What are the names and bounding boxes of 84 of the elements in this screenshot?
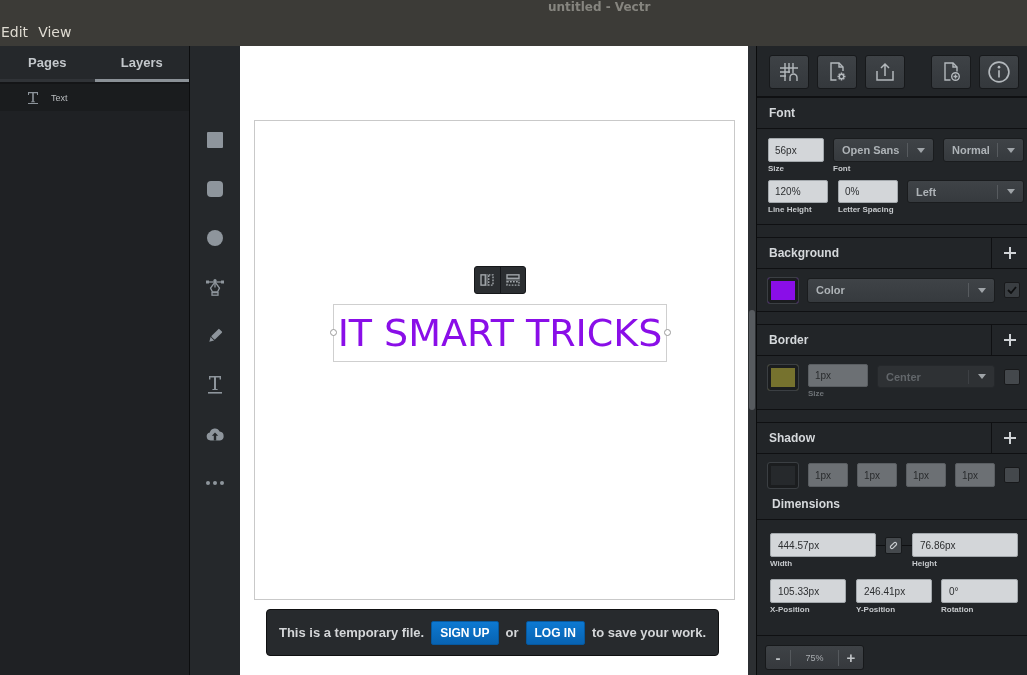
file-plus-button[interactable] xyxy=(931,55,971,89)
flip-vertical-icon xyxy=(505,274,520,286)
circle-icon xyxy=(207,230,223,246)
rounded-square-icon xyxy=(207,181,223,197)
checkbox[interactable] xyxy=(1004,369,1020,386)
info-icon xyxy=(988,61,1010,83)
section-title: Shadow xyxy=(769,431,815,446)
link-button[interactable] xyxy=(885,536,902,554)
plus-icon xyxy=(1003,432,1016,445)
section-title: Font xyxy=(769,106,795,121)
cloud-upload-icon xyxy=(206,427,224,441)
input-field[interactable]: 105.33px xyxy=(770,579,846,604)
field-label: Rotation xyxy=(941,604,974,617)
file-plus-icon xyxy=(941,62,961,82)
pencil-icon xyxy=(207,328,223,344)
input-field[interactable]: 444.57px xyxy=(770,533,876,558)
field-label: Size xyxy=(768,163,784,176)
section-title: Dimensions xyxy=(772,497,840,512)
upload-icon xyxy=(875,62,895,82)
input-field[interactable]: 0% xyxy=(838,180,898,204)
zoom-out-button[interactable]: - xyxy=(766,646,790,670)
file-gear-button[interactable] xyxy=(817,55,857,89)
panel-tab[interactable]: Layers xyxy=(94,46,189,82)
color-swatch[interactable] xyxy=(767,276,799,304)
text-icon xyxy=(207,376,223,394)
more-icon xyxy=(206,481,224,485)
sign-up-button[interactable]: SIGN UP xyxy=(431,620,499,645)
color-swatch[interactable] xyxy=(767,364,799,392)
caret-icon xyxy=(916,147,925,153)
grid-button[interactable] xyxy=(769,55,809,89)
zoom-level: 75% xyxy=(790,649,839,666)
field-label: Size xyxy=(808,388,824,401)
caret-icon xyxy=(977,287,986,293)
info-button[interactable] xyxy=(979,55,1019,89)
text-object: IT SMART TRICKS xyxy=(333,304,667,362)
field-label: Letter Spacing xyxy=(838,204,894,217)
file-gear-icon xyxy=(827,62,847,82)
caret-icon xyxy=(977,374,986,380)
input-field[interactable]: 120% xyxy=(768,180,828,204)
section-title: Background xyxy=(769,246,839,261)
checkbox[interactable] xyxy=(1004,467,1020,484)
input-field[interactable]: 76.86px xyxy=(912,533,1018,558)
log-in-button[interactable]: LOG IN xyxy=(525,620,585,645)
zoom-in-button[interactable]: + xyxy=(839,646,863,670)
checkbox[interactable] xyxy=(1004,282,1020,299)
flip-horizontal-icon xyxy=(480,274,495,286)
text-icon xyxy=(28,91,38,104)
panel-tab[interactable]: Pages xyxy=(0,46,95,82)
menu-item[interactable]: View xyxy=(38,22,72,42)
input-field[interactable]: 0° xyxy=(941,579,1018,604)
caret-icon xyxy=(1006,147,1015,153)
plus-icon xyxy=(1003,334,1016,347)
link-icon xyxy=(889,540,898,550)
pen-icon xyxy=(206,278,224,296)
menu-item[interactable]: Edit xyxy=(1,22,29,42)
grid-icon xyxy=(779,62,799,82)
check-icon xyxy=(1007,286,1017,295)
section-title: Border xyxy=(769,333,809,348)
plus-icon xyxy=(1003,247,1016,260)
field-label: Font xyxy=(833,163,851,176)
field-label: Y-Position xyxy=(856,604,896,617)
notice-text: or xyxy=(505,625,519,640)
resize-handle[interactable] xyxy=(664,329,671,336)
field-label: Width xyxy=(770,558,793,571)
field-label: Height xyxy=(912,558,937,571)
notice-text: This is a temporary file. xyxy=(278,625,425,640)
dropdown[interactable]: Color xyxy=(807,277,995,303)
field-label: X-Position xyxy=(770,604,810,617)
layer-name: Text xyxy=(51,92,68,103)
color-swatch[interactable] xyxy=(767,462,799,490)
scrollbar-thumb[interactable] xyxy=(749,310,755,410)
caret-icon xyxy=(1006,189,1015,195)
resize-handle[interactable] xyxy=(330,329,337,336)
field-label: Line Height xyxy=(768,204,812,217)
notice-text: to save your work. xyxy=(591,625,707,640)
input-field[interactable]: 246.41px xyxy=(856,579,932,604)
dropdown[interactable]: Normal xyxy=(943,138,1024,163)
dropdown[interactable]: Open Sans xyxy=(833,138,934,163)
input-field[interactable]: 56px xyxy=(768,138,824,163)
dropdown[interactable]: Left xyxy=(907,180,1024,204)
window-title: untitled - Vectr xyxy=(548,0,651,14)
square-icon xyxy=(207,132,223,148)
layer-item[interactable]: Text xyxy=(0,84,189,111)
upload-button[interactable] xyxy=(865,55,905,89)
